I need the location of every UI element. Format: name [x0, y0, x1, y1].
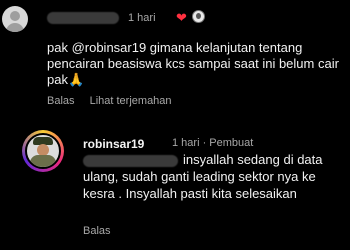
comment-actions: Balas: [83, 225, 111, 237]
author-liked-avatar-icon: [192, 10, 205, 23]
avatar[interactable]: [22, 130, 64, 172]
default-avatar-icon: [10, 11, 20, 21]
see-translation-button[interactable]: Lihat terjemahan: [90, 95, 172, 107]
heart-icon[interactable]: ❤: [176, 10, 187, 26]
blurred-username: [47, 12, 119, 24]
comment-time: 1 hari: [128, 12, 156, 24]
avatar[interactable]: [2, 6, 28, 32]
reply-button[interactable]: Balas: [47, 95, 75, 107]
comment-meta: 1 hari · Pembuat: [172, 137, 254, 149]
comment-actions: Balas Lihat terjemahan: [47, 95, 184, 107]
reply-button[interactable]: Balas: [83, 225, 111, 237]
comment-text: pak @robinsar19 gimana kelanjutan tentan…: [47, 40, 339, 87]
comment-text: insyallah sedang di data ulang, sudah ga…: [83, 152, 323, 201]
username[interactable]: robinsar19: [83, 137, 144, 151]
